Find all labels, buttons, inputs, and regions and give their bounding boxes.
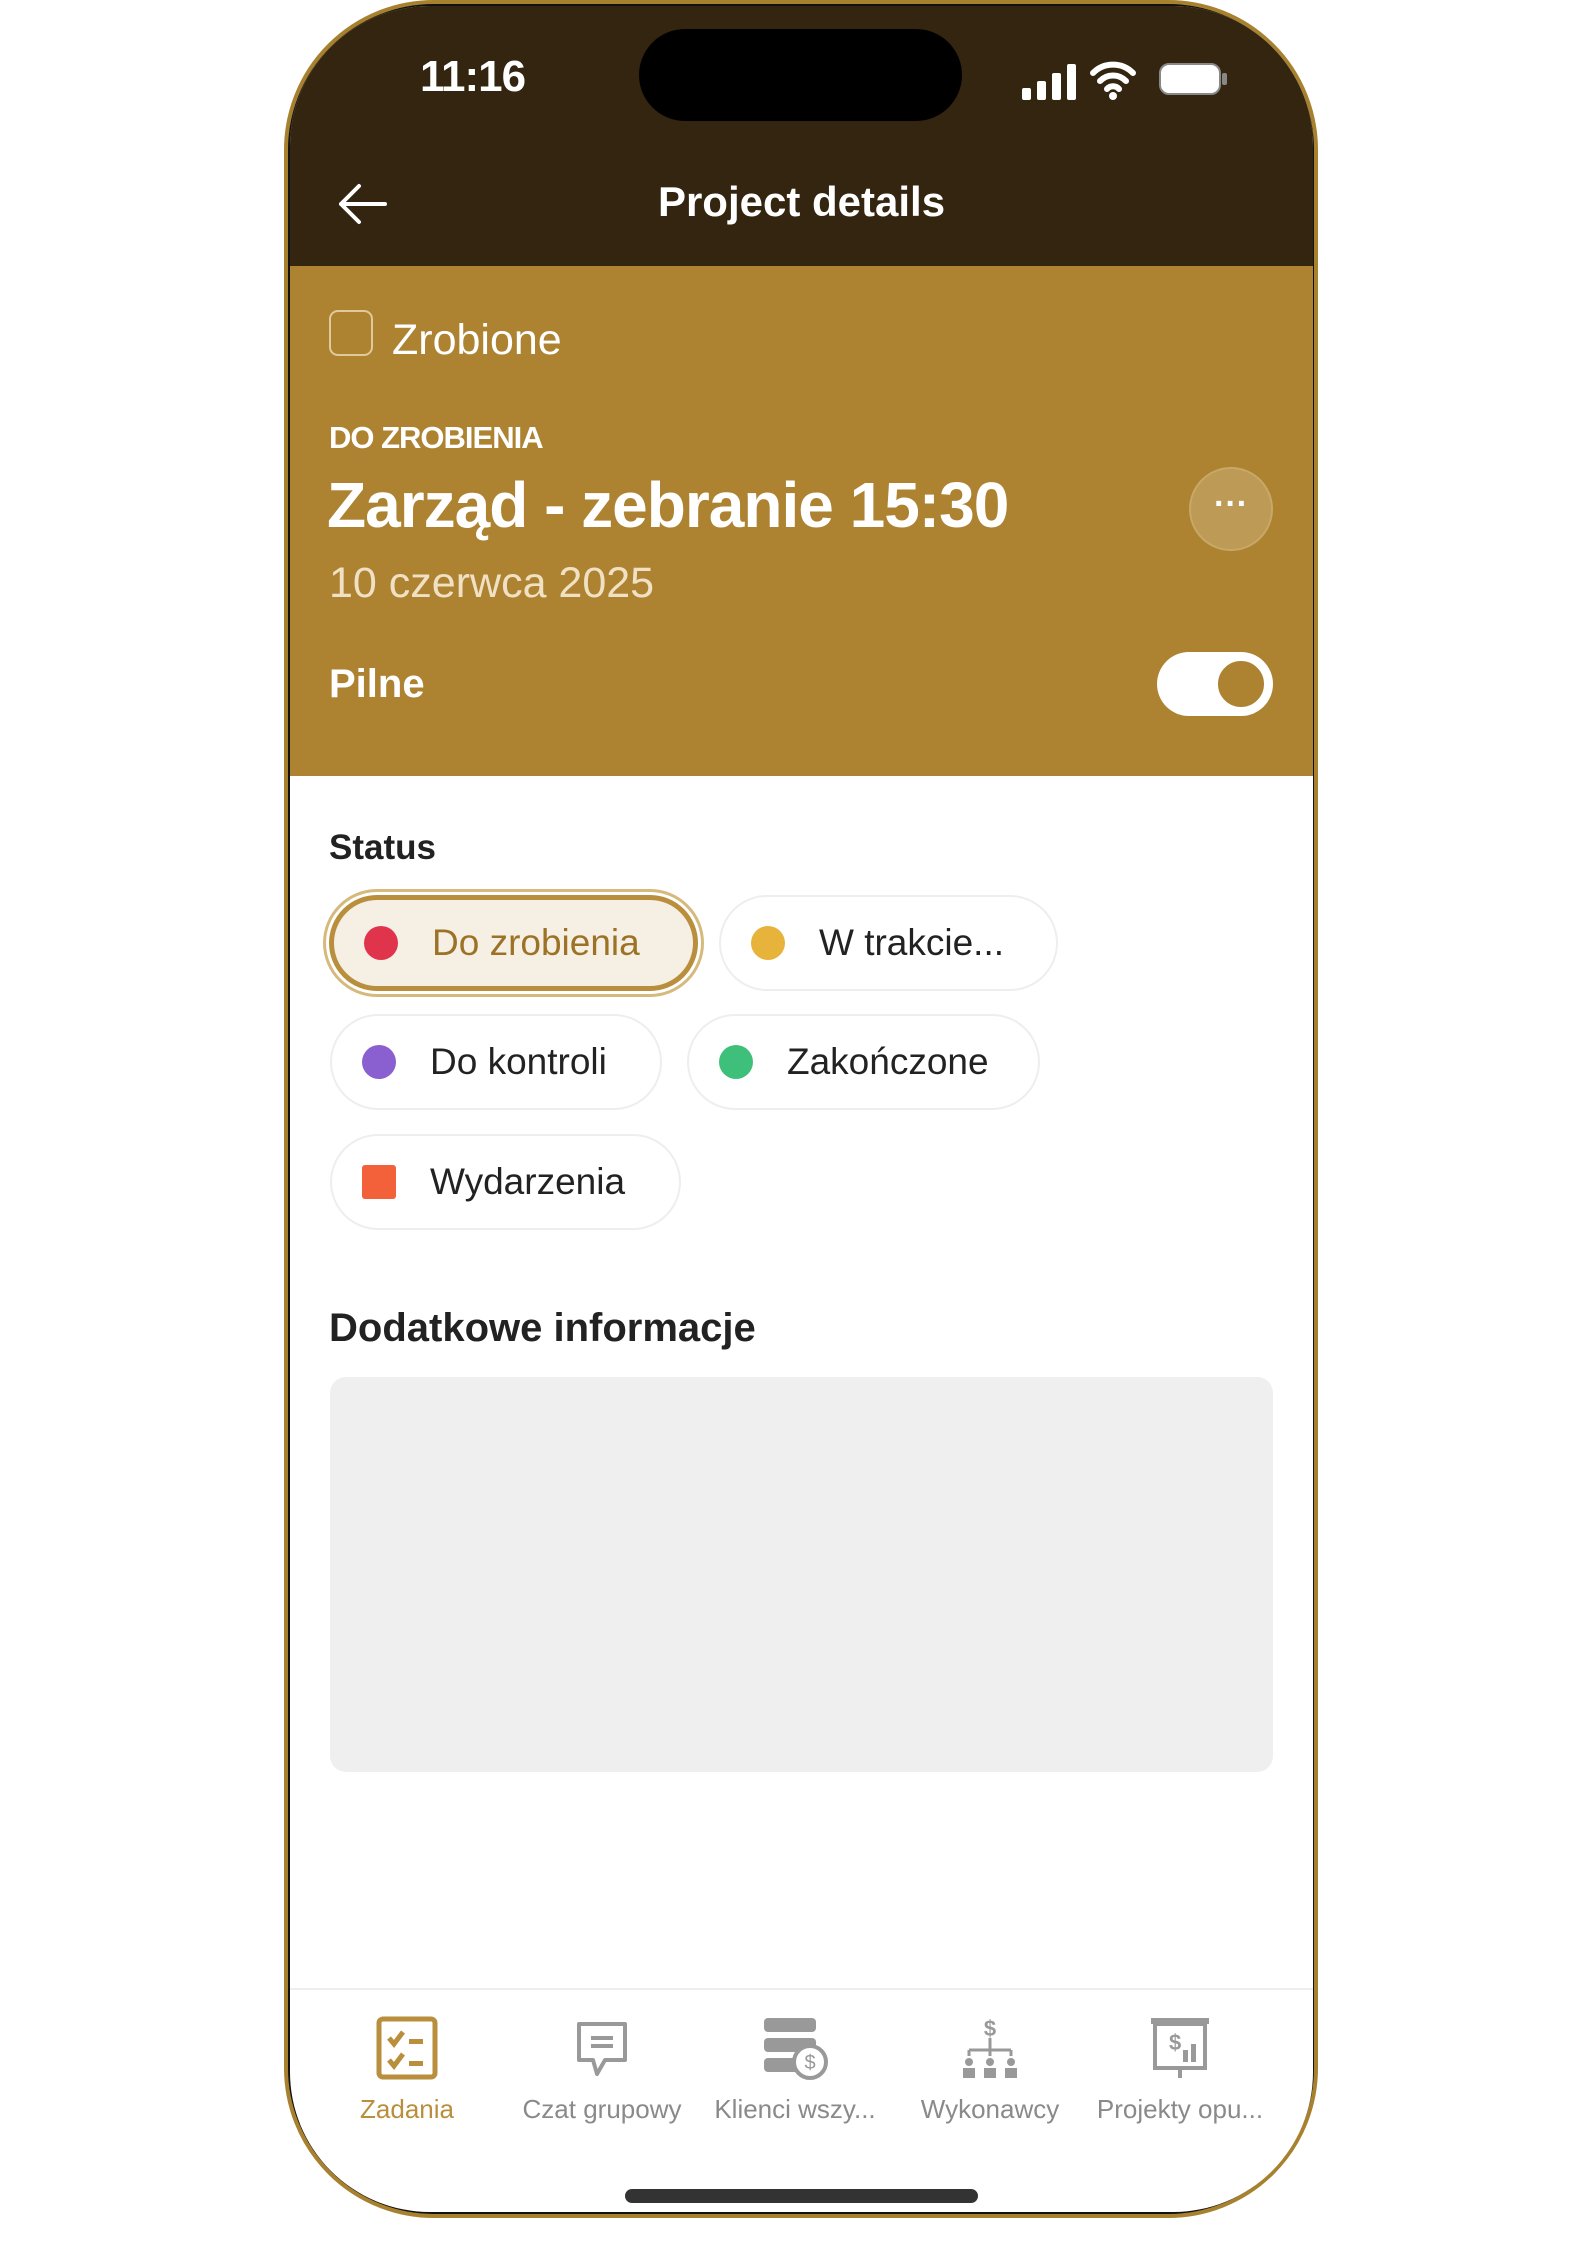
tab-label: Klienci wszy... (714, 2094, 876, 2124)
chat-bubble-icon (577, 2022, 627, 2076)
chip-label: Do zrobienia (432, 922, 640, 963)
chip-label: W trakcie... (819, 922, 1005, 963)
tasks-checklist-icon (376, 2016, 438, 2080)
tab-czat-grupowy[interactable]: Czat grupowy (502, 2016, 702, 2125)
task-date: 10 czerwca 2025 (329, 559, 655, 607)
status-chip-wydarzenia[interactable]: Wydarzenia (330, 1134, 681, 1230)
page-title: Project details (657, 178, 946, 225)
more-options-button[interactable]: ··· (1189, 467, 1273, 551)
status-chip-do-kontroli[interactable]: Do kontroli (330, 1014, 662, 1110)
orange-square-icon (362, 1165, 396, 1199)
task-title: Zarząd - zebranie 15:30 (327, 469, 1009, 541)
status-chip-zakonczone[interactable]: Zakończone (687, 1014, 1040, 1110)
additional-info-label: Dodatkowe informacje (329, 1306, 756, 1350)
additional-info-textarea[interactable] (330, 1377, 1273, 1772)
purple-dot-icon (362, 1045, 396, 1079)
urgent-toggle[interactable] (1157, 652, 1273, 716)
tab-label: Zadania (360, 2094, 454, 2124)
tab-bar-divider (290, 1988, 1313, 1990)
red-dot-icon (364, 926, 398, 960)
status-label: Status (329, 828, 436, 867)
toggle-knob (1215, 658, 1267, 710)
svg-text:$: $ (1169, 2030, 1181, 2055)
chip-label: Do kontroli (430, 1041, 607, 1082)
status-chip-do-zrobienia[interactable]: Do zrobienia (329, 895, 698, 991)
tab-projekty[interactable]: $ Projekty opu... (1080, 2016, 1280, 2125)
svg-text:$: $ (984, 2016, 996, 2041)
status-caption: DO ZROBIENIA (329, 420, 544, 455)
clients-database-dollar-icon: $ (764, 2018, 828, 2080)
chip-label: Zakończone (787, 1041, 989, 1082)
signal-icon (1022, 64, 1076, 100)
urgent-label: Pilne (329, 662, 425, 706)
tab-zadania[interactable]: Zadania (307, 2016, 507, 2125)
status-time: 11:16 (420, 52, 526, 101)
chip-label: Wydarzenia (430, 1161, 626, 1202)
tab-klienci[interactable]: $ Klienci wszy... (695, 2016, 895, 2125)
dynamic-island (639, 29, 962, 121)
status-chip-w-trakcie[interactable]: W trakcie... (719, 895, 1058, 991)
battery-icon (1159, 63, 1227, 95)
tab-label: Projekty opu... (1096, 2094, 1264, 2124)
more-icon: ··· (1214, 485, 1248, 523)
yellow-dot-icon (751, 926, 785, 960)
app-screen: 11:16 Project details Zrobione DO ZROBIE… (290, 6, 1313, 2212)
tab-label: Czat grupowy (522, 2094, 682, 2124)
tab-label: Wykonawcy (920, 2094, 1060, 2124)
home-indicator (625, 2189, 978, 2203)
green-dot-icon (719, 1045, 753, 1079)
svg-text:$: $ (804, 2052, 815, 2074)
done-checkbox[interactable] (329, 310, 373, 356)
presentation-chart-icon: $ (1151, 2018, 1209, 2078)
wifi-icon (1090, 61, 1136, 100)
org-chart-dollar-icon: $ (963, 2016, 1017, 2078)
done-label: Zrobione (392, 316, 562, 364)
tab-wykonawcy[interactable]: $ Wykonawcy (890, 2016, 1090, 2125)
